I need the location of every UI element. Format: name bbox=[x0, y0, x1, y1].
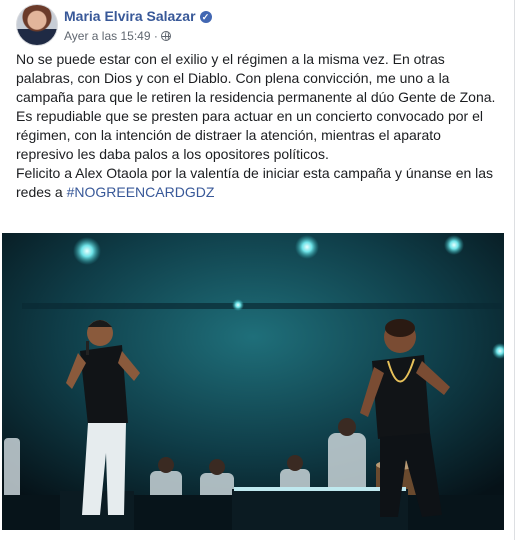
hashtag-link[interactable]: #NOGREENCARDGDZ bbox=[67, 184, 215, 200]
post-timestamp[interactable]: Ayer a las 15:49 bbox=[64, 29, 151, 43]
post-card: Maria Elvira Salazar ✓ Ayer a las 15:49 ·… bbox=[0, 0, 515, 540]
post-text: No se puede estar con el exilio y el rég… bbox=[16, 50, 498, 202]
concert-photo bbox=[2, 233, 504, 530]
stage-light bbox=[232, 299, 244, 311]
stage-light bbox=[444, 235, 464, 255]
author-name[interactable]: Maria Elvira Salazar ✓ bbox=[64, 8, 212, 24]
stage-light bbox=[295, 235, 319, 259]
verified-badge-icon: ✓ bbox=[199, 11, 212, 23]
post-photo[interactable] bbox=[2, 233, 504, 530]
globe-icon[interactable] bbox=[161, 31, 172, 41]
post-paragraph-3: Felicito a Alex Otaola por la valentía d… bbox=[16, 164, 498, 202]
post-paragraph-2: Es repudiable que se presten para actuar… bbox=[16, 108, 483, 162]
stage-light bbox=[73, 237, 101, 265]
post-header: Maria Elvira Salazar ✓ Ayer a las 15:49 · bbox=[16, 4, 496, 46]
author-avatar[interactable] bbox=[16, 4, 58, 46]
post-paragraph-1: No se puede estar con el exilio y el rég… bbox=[16, 51, 496, 105]
author-name-label[interactable]: Maria Elvira Salazar bbox=[64, 8, 196, 24]
meta-separator: · bbox=[153, 29, 158, 43]
post-meta: Ayer a las 15:49 · bbox=[64, 29, 172, 43]
